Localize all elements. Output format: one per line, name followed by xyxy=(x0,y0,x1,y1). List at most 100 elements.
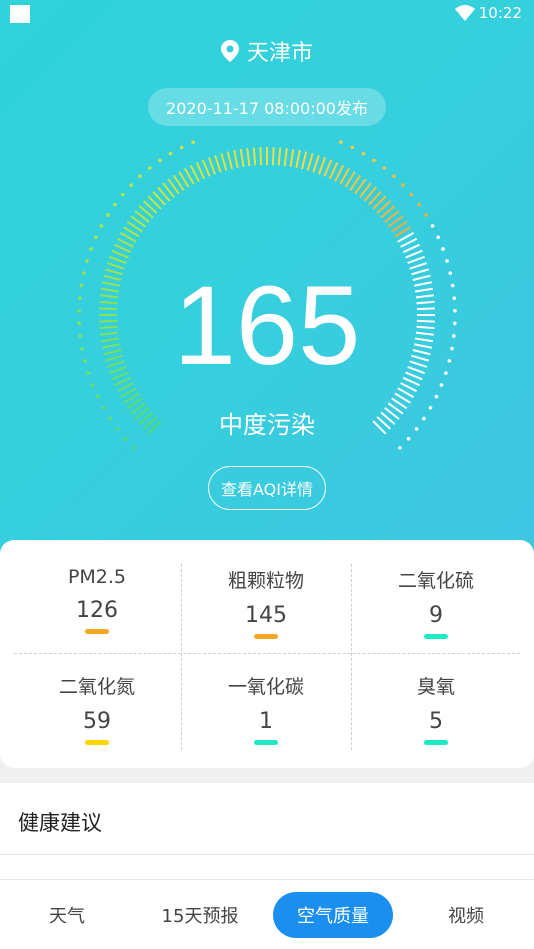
pollutant-cell-so2[interactable]: 二氧化硫 9 xyxy=(353,540,519,640)
gauge-tick xyxy=(226,151,233,170)
tab-15-day-forecast[interactable]: 15天预报 xyxy=(146,892,254,938)
pollutant-cell-co[interactable]: 一氧化碳 1 xyxy=(183,646,349,746)
gauge-dot xyxy=(85,259,89,263)
tab-weather[interactable]: 天气 xyxy=(14,892,120,938)
city-name: 天津市 xyxy=(246,41,313,66)
gauge-dot xyxy=(401,183,405,187)
pollutant-value: 59 xyxy=(83,709,111,734)
notification-icon xyxy=(10,5,30,23)
gauge-tick xyxy=(111,249,129,259)
pollutant-level-bar xyxy=(254,634,278,639)
gauge-tick xyxy=(246,148,251,167)
gauge-tick xyxy=(214,154,222,173)
gauge-tick xyxy=(334,164,345,182)
gauge-tick xyxy=(114,243,132,254)
pollutant-name: 一氧化碳 xyxy=(227,676,304,698)
gauge-dot xyxy=(372,158,376,163)
aqi-level: 中度污染 xyxy=(219,411,315,439)
gauge-dot xyxy=(434,394,439,399)
gauge-dot xyxy=(158,158,162,163)
grid-divider xyxy=(181,564,182,750)
gauge-tick xyxy=(405,249,423,259)
gauge-dot xyxy=(179,145,184,150)
gauge-dot xyxy=(436,235,440,240)
pollutant-value: 5 xyxy=(429,709,443,734)
gauge-tick xyxy=(239,148,245,168)
pollutant-name: PM2.5 xyxy=(67,566,127,588)
gauge-dot xyxy=(392,174,396,179)
gauge-tick xyxy=(252,147,257,166)
gauge-dot xyxy=(168,151,173,156)
pollutant-name: 臭氧 xyxy=(416,676,455,698)
gauge-tick xyxy=(328,162,339,180)
gauge-dot xyxy=(132,446,136,450)
gauge-tick xyxy=(109,255,127,265)
gauge-tick xyxy=(189,164,200,182)
pollutant-cell-pm10[interactable]: 粗颗粒物 145 xyxy=(183,540,349,640)
gauge-dot xyxy=(339,140,343,144)
gauge-tick xyxy=(323,159,333,177)
pollutant-level-bar xyxy=(424,740,448,745)
gauge-tick xyxy=(116,237,134,248)
gauge-tick xyxy=(106,262,125,270)
gauge-dot xyxy=(106,213,110,217)
gauge-tick xyxy=(312,154,320,173)
gauge-tick xyxy=(409,262,428,270)
gauge-tick xyxy=(400,237,418,248)
gauge-dot xyxy=(441,247,445,251)
pollutant-value: 1 xyxy=(259,709,273,734)
location-header[interactable]: 天津市 xyxy=(0,36,534,66)
gauge-dot xyxy=(113,202,117,207)
gauge-dot xyxy=(138,174,142,179)
tab-video[interactable]: 视频 xyxy=(413,892,519,938)
gauge-dot xyxy=(398,446,402,450)
gauge-tick xyxy=(201,159,211,177)
gauge-dot xyxy=(424,213,428,217)
tab-air-quality[interactable]: 空气质量 xyxy=(273,892,393,938)
gauge-tick xyxy=(277,147,282,166)
gauge-tick xyxy=(407,255,425,265)
gauge-tick xyxy=(402,243,420,254)
gauge-dot xyxy=(350,145,355,150)
pollutant-name: 粗颗粒物 xyxy=(227,570,304,592)
gauge-dot xyxy=(90,383,95,387)
health-advice-section[interactable]: 健康建议 xyxy=(0,783,534,855)
gauge-dot xyxy=(417,202,421,207)
gauge-tick xyxy=(289,148,295,168)
gauge-tick xyxy=(295,150,301,169)
pollutant-level-bar xyxy=(424,634,448,639)
gauge-tick xyxy=(283,148,288,167)
gauge-tick xyxy=(306,153,314,171)
pollutant-name: 二氧化硫 xyxy=(397,570,474,592)
gauge-dot xyxy=(120,192,125,197)
grid-divider xyxy=(14,653,520,654)
status-bar: 10:22 xyxy=(0,0,534,28)
pollutant-cell-pm25[interactable]: PM2.5 126 xyxy=(14,540,180,640)
aqi-value: 165 xyxy=(173,263,361,388)
gauge-dot xyxy=(94,235,98,240)
gauge-tick xyxy=(207,157,217,175)
gauge-tick xyxy=(220,153,228,171)
pollutant-level-bar xyxy=(85,629,109,634)
publish-time-badge: 2020-11-17 08:00:00发布 xyxy=(148,88,386,126)
wifi-icon xyxy=(455,5,475,21)
gauge-tick xyxy=(259,147,263,166)
pollutant-cell-o3[interactable]: 臭氧 5 xyxy=(353,646,519,746)
gauge-dot xyxy=(430,224,435,228)
gauge-dot xyxy=(129,183,133,187)
divider-strip xyxy=(0,855,534,879)
gauge-tick xyxy=(271,147,275,166)
gauge-tick xyxy=(301,151,308,170)
bottom-tab-bar: 天气 15天预报 空气质量 视频 xyxy=(0,879,534,949)
gauge-dot xyxy=(89,247,93,251)
gauge-tick xyxy=(195,162,206,180)
location-pin-icon xyxy=(220,40,239,62)
aqi-detail-button[interactable]: 查看AQI详情 xyxy=(208,466,326,510)
pollutant-name: 二氧化氮 xyxy=(58,676,135,698)
gauge-dot xyxy=(191,140,195,144)
pollutant-cell-no2[interactable]: 二氧化氮 59 xyxy=(14,646,180,746)
gauge-dot xyxy=(439,383,444,387)
pollutant-value: 9 xyxy=(429,603,443,628)
grid-divider xyxy=(351,564,352,750)
aqi-hero: 10:22 天津市 2020-11-17 08:00:00发布 165 中度污染… xyxy=(0,0,534,560)
